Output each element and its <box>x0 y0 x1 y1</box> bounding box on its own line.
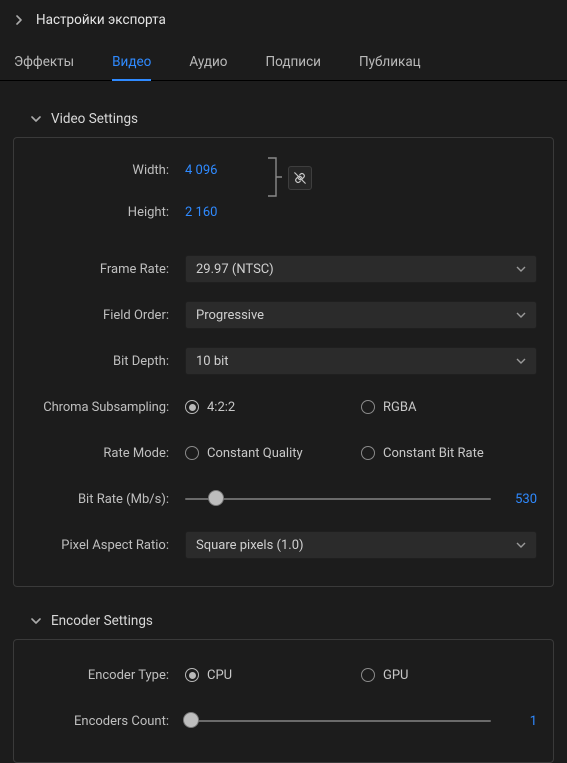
panel-title: Настройки экспорта <box>36 12 166 28</box>
radio-encoder-cpu[interactable] <box>185 668 199 682</box>
constrain-proportions-button[interactable] <box>288 166 312 190</box>
radio-chroma-422[interactable] <box>185 400 199 414</box>
value-width[interactable]: 4 096 <box>185 163 217 178</box>
radio-encoder-gpu[interactable] <box>361 668 375 682</box>
radio-label: 4:2:2 <box>207 400 235 415</box>
section-header-video[interactable]: Video Settings <box>13 111 554 137</box>
dropdown-field-order[interactable]: Progressive <box>185 301 537 329</box>
label-encoder-type: Encoder Type: <box>30 668 185 683</box>
label-rate-mode: Rate Mode: <box>30 446 185 461</box>
slider-track <box>185 498 491 500</box>
value-height[interactable]: 2 160 <box>185 205 217 220</box>
slider-thumb[interactable] <box>208 490 224 506</box>
label-width: Width: <box>30 163 185 178</box>
slider-thumb[interactable] <box>183 712 199 728</box>
tab-captions[interactable]: Подписи <box>265 48 320 80</box>
row-encoder-type: Encoder Type: CPU GPU <box>30 658 537 692</box>
row-width: Width: 4 096 <box>30 156 537 184</box>
dropdown-bit-depth[interactable]: 10 bit <box>185 347 537 375</box>
chevron-down-icon <box>31 115 41 123</box>
tab-effects[interactable]: Эффекты <box>14 48 74 80</box>
label-field-order: Field Order: <box>30 308 185 323</box>
radio-label: RGBA <box>383 400 416 415</box>
row-chroma-subsampling: Chroma Subsampling: 4:2:2 RGBA <box>30 390 537 424</box>
row-frame-rate: Frame Rate: 29.97 (NTSC) <box>30 252 537 286</box>
unlink-icon <box>292 171 308 185</box>
dropdown-value: 10 bit <box>196 354 229 369</box>
radio-label: GPU <box>383 668 409 683</box>
slider-encoders-count[interactable] <box>185 712 491 730</box>
section-title-video: Video Settings <box>51 111 138 127</box>
value-encoders-count[interactable]: 1 <box>505 714 537 729</box>
section-title-encoder: Encoder Settings <box>51 613 153 629</box>
label-chroma-subsampling: Chroma Subsampling: <box>30 400 185 415</box>
chevron-right-icon[interactable] <box>14 15 24 25</box>
row-bit-rate: Bit Rate (Mb/s): 530 <box>30 482 537 516</box>
dropdown-value: Progressive <box>196 308 264 323</box>
tab-audio[interactable]: Аудио <box>189 48 227 80</box>
label-encoders-count: Encoders Count: <box>30 714 185 729</box>
radio-rate-cbr[interactable] <box>361 446 375 460</box>
label-bit-rate: Bit Rate (Mb/s): <box>30 492 185 507</box>
chevron-down-icon <box>31 617 41 625</box>
encoder-settings-body: Encoder Type: CPU GPU Encoders Count: <box>13 639 554 763</box>
radio-label: Constant Quality <box>207 446 303 461</box>
chevron-down-icon <box>516 312 526 319</box>
label-pixel-aspect-ratio: Pixel Aspect Ratio: <box>30 538 185 553</box>
tab-video[interactable]: Видео <box>112 48 151 80</box>
label-frame-rate: Frame Rate: <box>30 262 185 277</box>
label-height: Height: <box>30 205 185 220</box>
chevron-down-icon <box>516 266 526 273</box>
section-header-encoder[interactable]: Encoder Settings <box>13 613 554 639</box>
row-height: Height: 2 160 <box>30 198 537 226</box>
row-pixel-aspect-ratio: Pixel Aspect Ratio: Square pixels (1.0) <box>30 528 537 562</box>
row-rate-mode: Rate Mode: Constant Quality Constant Bit… <box>30 436 537 470</box>
slider-bit-rate[interactable] <box>185 490 491 508</box>
value-bit-rate[interactable]: 530 <box>505 492 537 507</box>
row-bit-depth: Bit Depth: 10 bit <box>30 344 537 378</box>
dropdown-value: Square pixels (1.0) <box>196 538 304 553</box>
radio-chroma-rgba[interactable] <box>361 400 375 414</box>
radio-label: CPU <box>207 668 232 683</box>
tab-publish[interactable]: Публикац <box>359 48 421 80</box>
panel-header: Настройки экспорта <box>0 0 567 44</box>
label-bit-depth: Bit Depth: <box>30 354 185 369</box>
dimensions-group: Width: 4 096 Height: 2 160 <box>30 156 537 226</box>
dropdown-pixel-aspect-ratio[interactable]: Square pixels (1.0) <box>185 531 537 559</box>
tab-bar: Эффекты Видео Аудио Подписи Публикац <box>0 44 567 81</box>
radio-label: Constant Bit Rate <box>383 446 484 461</box>
dropdown-value: 29.97 (NTSC) <box>196 262 274 277</box>
video-settings-body: Width: 4 096 Height: 2 160 <box>13 137 554 587</box>
radio-rate-cq[interactable] <box>185 446 199 460</box>
chevron-down-icon <box>516 542 526 549</box>
chevron-down-icon <box>516 358 526 365</box>
export-settings-panel: Настройки экспорта Эффекты Видео Аудио П… <box>0 0 567 733</box>
slider-track <box>185 720 491 722</box>
dropdown-frame-rate[interactable]: 29.97 (NTSC) <box>185 255 537 283</box>
row-field-order: Field Order: Progressive <box>30 298 537 332</box>
